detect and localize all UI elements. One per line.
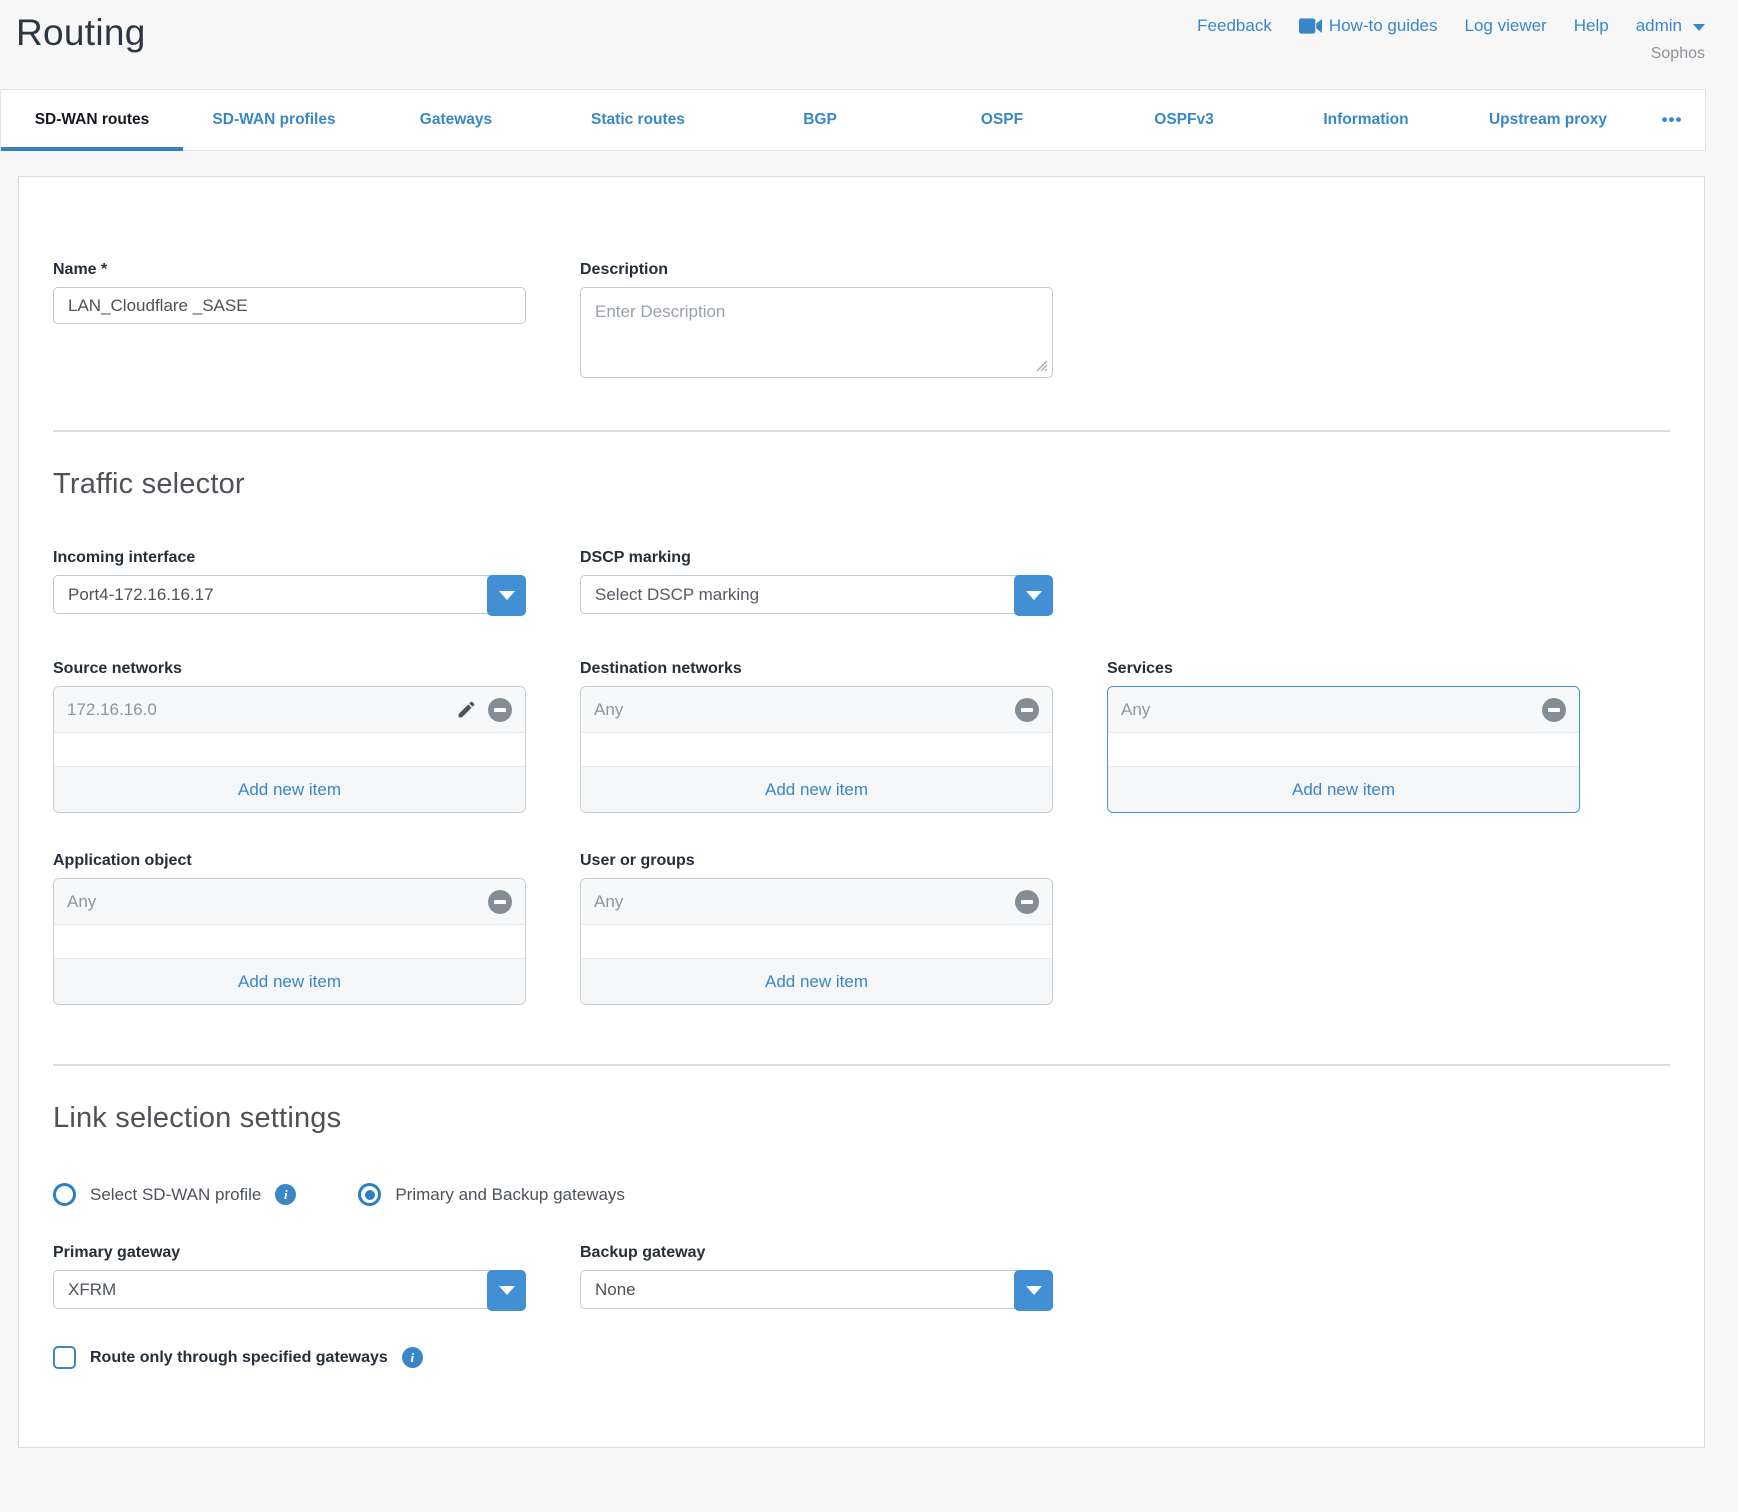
remove-icon[interactable] bbox=[1542, 698, 1566, 722]
list-item: Any bbox=[54, 879, 525, 925]
description-input[interactable] bbox=[580, 287, 1053, 378]
list-item: Any bbox=[1108, 687, 1579, 733]
backup-gateway-label: Backup gateway bbox=[580, 1244, 1053, 1262]
list-item: Any bbox=[581, 879, 1052, 925]
tab-more-menu[interactable]: ••• bbox=[1639, 90, 1705, 150]
user-or-groups-label: User or groups bbox=[580, 852, 1053, 870]
services-label: Services bbox=[1107, 660, 1580, 678]
destination-networks-box: Any Add new item bbox=[580, 686, 1053, 813]
tab-bar: SD-WAN routes SD-WAN profiles Gateways S… bbox=[0, 89, 1706, 151]
source-networks-label: Source networks bbox=[53, 660, 526, 678]
box-empty-area bbox=[1108, 733, 1579, 766]
help-link[interactable]: Help bbox=[1574, 16, 1609, 36]
add-new-item-button[interactable]: Add new item bbox=[581, 958, 1052, 1004]
content-card: Name * Description Traffic selector Inco… bbox=[18, 176, 1705, 1448]
edit-icon[interactable] bbox=[456, 699, 477, 720]
info-icon[interactable]: i bbox=[275, 1184, 296, 1205]
chevron-down-icon[interactable] bbox=[487, 575, 526, 616]
tab-ospfv3[interactable]: OSPFv3 bbox=[1093, 90, 1275, 150]
services-box: Any Add new item bbox=[1107, 686, 1580, 813]
admin-menu[interactable]: admin bbox=[1636, 16, 1705, 36]
sdwan-profile-radio-label: Select SD-WAN profile bbox=[90, 1185, 261, 1205]
interface-dscp-row: Incoming interface Port4-172.16.16.17 DS… bbox=[53, 549, 1670, 614]
remove-icon[interactable] bbox=[488, 890, 512, 914]
incoming-interface-select[interactable]: Port4-172.16.16.17 bbox=[53, 575, 526, 614]
brand-label: Sophos bbox=[1197, 45, 1705, 63]
application-users-row: Application object Any Add new item User… bbox=[53, 852, 1670, 1005]
name-input[interactable] bbox=[53, 287, 526, 324]
dscp-marking-label: DSCP marking bbox=[580, 549, 1053, 567]
header-right: Feedback How-to guides Log viewer Help a… bbox=[1197, 12, 1705, 63]
tab-sd-wan-profiles[interactable]: SD-WAN profiles bbox=[183, 90, 365, 150]
application-object-box: Any Add new item bbox=[53, 878, 526, 1005]
tab-gateways[interactable]: Gateways bbox=[365, 90, 547, 150]
page-header: Routing Feedback How-to guides Log viewe… bbox=[0, 0, 1738, 63]
header-links: Feedback How-to guides Log viewer Help a… bbox=[1197, 12, 1705, 36]
description-label: Description bbox=[580, 261, 1053, 279]
info-icon[interactable]: i bbox=[402, 1347, 423, 1368]
route-only-checkbox-label: Route only through specified gateways bbox=[90, 1349, 388, 1367]
box-empty-area bbox=[54, 733, 525, 766]
tab-upstream-proxy[interactable]: Upstream proxy bbox=[1457, 90, 1639, 150]
add-new-item-button[interactable]: Add new item bbox=[581, 766, 1052, 812]
sdwan-profile-radio[interactable] bbox=[53, 1183, 76, 1206]
primary-backup-radio-label: Primary and Backup gateways bbox=[395, 1185, 625, 1205]
chevron-down-icon[interactable] bbox=[487, 1270, 526, 1311]
divider bbox=[53, 1064, 1670, 1066]
remove-icon[interactable] bbox=[488, 698, 512, 722]
remove-icon[interactable] bbox=[1015, 890, 1039, 914]
video-camera-icon bbox=[1299, 18, 1322, 34]
source-networks-box: 172.16.16.0 Add new item bbox=[53, 686, 526, 813]
primary-backup-radio[interactable] bbox=[358, 1183, 381, 1206]
incoming-interface-label: Incoming interface bbox=[53, 549, 526, 567]
link-selection-heading: Link selection settings bbox=[53, 1102, 1670, 1135]
add-new-item-button[interactable]: Add new item bbox=[54, 766, 525, 812]
chevron-down-icon bbox=[1693, 24, 1705, 31]
add-new-item-button[interactable]: Add new item bbox=[54, 958, 525, 1004]
list-item: Any bbox=[581, 687, 1052, 733]
tab-ospf[interactable]: OSPF bbox=[911, 90, 1093, 150]
box-empty-area bbox=[581, 925, 1052, 958]
route-only-checkbox[interactable] bbox=[53, 1346, 76, 1369]
tab-information[interactable]: Information bbox=[1275, 90, 1457, 150]
name-label: Name * bbox=[53, 261, 526, 279]
traffic-selector-heading: Traffic selector bbox=[53, 468, 1670, 501]
remove-icon[interactable] bbox=[1015, 698, 1039, 722]
howto-guides-link[interactable]: How-to guides bbox=[1299, 16, 1438, 36]
name-description-row: Name * Description bbox=[53, 261, 1670, 378]
log-viewer-link[interactable]: Log viewer bbox=[1465, 16, 1547, 36]
link-selection-radios: Select SD-WAN profile i Primary and Back… bbox=[53, 1183, 1670, 1206]
divider bbox=[53, 430, 1670, 432]
gateways-row: Primary gateway XFRM Backup gateway None bbox=[53, 1244, 1670, 1309]
primary-gateway-select[interactable]: XFRM bbox=[53, 1270, 526, 1309]
tab-static-routes[interactable]: Static routes bbox=[547, 90, 729, 150]
chevron-down-icon[interactable] bbox=[1014, 575, 1053, 616]
box-empty-area bbox=[54, 925, 525, 958]
list-item: 172.16.16.0 bbox=[54, 687, 525, 733]
page-title: Routing bbox=[16, 12, 146, 54]
feedback-link[interactable]: Feedback bbox=[1197, 16, 1272, 36]
route-only-row: Route only through specified gateways i bbox=[53, 1346, 1670, 1369]
dscp-marking-select[interactable]: Select DSCP marking bbox=[580, 575, 1053, 614]
chevron-down-icon[interactable] bbox=[1014, 1270, 1053, 1311]
tab-bgp[interactable]: BGP bbox=[729, 90, 911, 150]
add-new-item-button[interactable]: Add new item bbox=[1108, 766, 1579, 812]
networks-row: Source networks 172.16.16.0 Add new item… bbox=[53, 660, 1670, 813]
resize-grip-icon[interactable] bbox=[1036, 360, 1048, 372]
user-or-groups-box: Any Add new item bbox=[580, 878, 1053, 1005]
box-empty-area bbox=[581, 733, 1052, 766]
tab-sd-wan-routes[interactable]: SD-WAN routes bbox=[1, 90, 183, 150]
application-object-label: Application object bbox=[53, 852, 526, 870]
primary-gateway-label: Primary gateway bbox=[53, 1244, 526, 1262]
destination-networks-label: Destination networks bbox=[580, 660, 1053, 678]
backup-gateway-select[interactable]: None bbox=[580, 1270, 1053, 1309]
